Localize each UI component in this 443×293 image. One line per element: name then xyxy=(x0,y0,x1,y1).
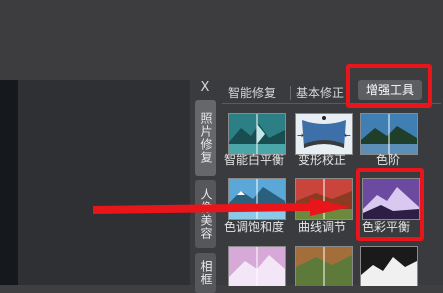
annotation-arrow xyxy=(93,198,350,216)
